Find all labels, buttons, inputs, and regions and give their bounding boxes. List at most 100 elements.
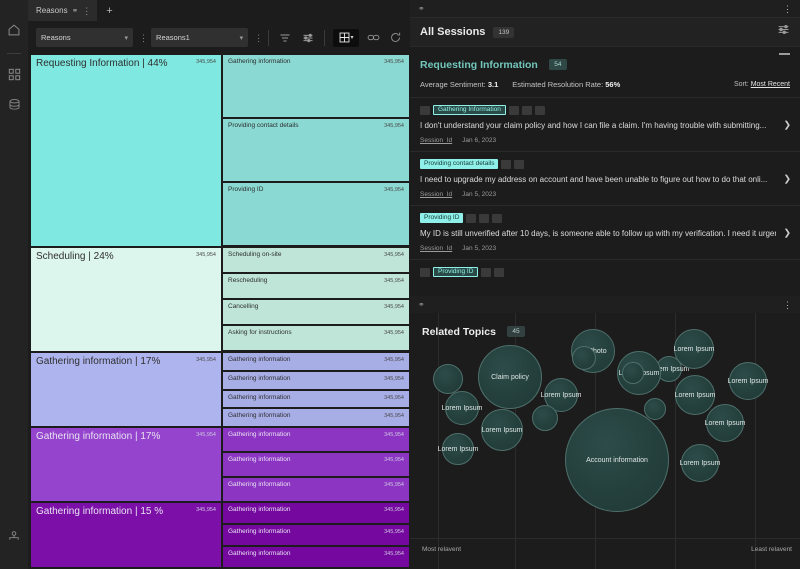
treemap-view-icon[interactable]: ▾ — [333, 28, 359, 47]
avg-sentiment-metric: Average Sentiment: 3.1 — [420, 80, 498, 89]
treemap-child-cell[interactable]: Gathering information 345,954 — [222, 502, 410, 524]
grid-icon[interactable] — [4, 64, 24, 84]
minimize-icon[interactable] — [779, 53, 790, 55]
session-group-count: 54 — [549, 59, 567, 70]
topic-bubble-label: Lorem Ipsum — [674, 391, 716, 399]
link-icon[interactable]: ⚭ — [418, 4, 425, 13]
session-tag[interactable]: Providing ID — [433, 267, 479, 277]
session-snippet: My ID is still unverified after 10 days,… — [420, 229, 776, 238]
dropdown-reasons-menu[interactable]: ⋮ — [139, 33, 148, 42]
treemap-child-cell[interactable]: Gathering information 345,954 — [222, 524, 410, 546]
treemap-child-cell[interactable]: Providing ID 345,954 — [222, 182, 410, 246]
dropdown-reasons1-menu[interactable]: ⋮ — [254, 33, 263, 42]
topic-bubble[interactable]: Lorem Ipsum — [481, 409, 523, 451]
session-list-item[interactable]: Providing ID — [410, 259, 800, 284]
home-icon[interactable] — [4, 20, 24, 40]
treemap-parent-cell[interactable]: Gathering information | 15 % 345,954 — [30, 502, 222, 568]
topic-bubble[interactable]: Lorem Ipsum — [728, 362, 768, 400]
treemap-child-cell[interactable]: Rescheduling 345,954 — [222, 273, 410, 299]
dropdown-reasons1[interactable]: Reasons1 ▾ — [151, 28, 249, 47]
link-icon[interactable]: ⚭ — [418, 300, 425, 309]
treemap-parent-label: Gathering information | 17% — [36, 431, 161, 442]
treemap-parent-cell[interactable]: Gathering information | 17% 345,954 — [30, 427, 222, 502]
kebab-icon[interactable]: ⋮ — [82, 6, 91, 15]
treemap-group: Scheduling | 24% 345,954 Scheduling on-sit… — [30, 247, 410, 352]
topic-bubble[interactable] — [433, 364, 463, 394]
main-column: Reasons ⚭ ⋮ + Reasons ▾ ⋮ Reasons1 ▾ ⋮ ▾… — [28, 0, 410, 569]
dropdown-reasons[interactable]: Reasons ▾ — [36, 28, 134, 47]
topic-bubble[interactable]: Lorem Ipsum — [438, 433, 478, 465]
kebab-icon[interactable]: ⋮ — [783, 300, 792, 309]
chevron-right-icon[interactable]: ❯ — [783, 227, 791, 238]
topic-bubble[interactable]: Lorem Ipsum — [680, 444, 720, 482]
treemap-child-cell[interactable]: Gathering information 345,954 — [222, 452, 410, 477]
refresh-icon[interactable] — [387, 29, 404, 46]
session-id-link[interactable]: Session_Id — [420, 245, 452, 252]
treemap-child-cell[interactable]: Gathering information 345,954 — [222, 370, 410, 390]
sort-value[interactable]: Most Recent — [751, 81, 790, 88]
treemap-child-cell[interactable]: Gathering information 345,954 — [222, 352, 410, 371]
treemap-child-cell[interactable]: Gathering information 345,954 — [222, 54, 410, 118]
treemap-child-cell[interactable]: Gathering information 345,954 — [222, 408, 410, 427]
treemap-child-cell[interactable]: Scheduling on-site 345,954 — [222, 247, 410, 273]
related-topics-panel: ⚭ ⋮ Related Topics 45 Claim policy Lorem … — [410, 296, 800, 569]
treemap-parent-cell[interactable]: Gathering information | 17% 345,954 — [30, 352, 222, 427]
treemap-child-cell[interactable]: Providing contact details 345,954 — [222, 118, 410, 182]
session-list-item[interactable]: Gathering Information I don't understand … — [410, 97, 800, 151]
topic-bubble[interactable] — [572, 346, 596, 370]
treemap-child-cell[interactable]: Cancelling 345,954 — [222, 299, 410, 325]
settings-sliders-icon[interactable] — [300, 29, 317, 46]
topic-bubble[interactable]: Account information — [565, 408, 669, 512]
topic-bubble[interactable] — [532, 405, 558, 431]
link-icon[interactable] — [365, 29, 382, 46]
settings-sliders-icon[interactable] — [777, 23, 790, 41]
topic-bubble[interactable]: Lorem Ipsum — [674, 329, 714, 369]
topic-bubble[interactable]: Lorem Ipsum — [442, 391, 482, 425]
treemap-child-value: 345,954 — [384, 394, 404, 401]
chevron-right-icon[interactable]: ❯ — [783, 119, 791, 130]
topic-bubble[interactable]: Lorem Ipsum — [675, 375, 715, 415]
tab-reasons[interactable]: Reasons ⚭ ⋮ — [28, 0, 99, 21]
bubble-chart[interactable]: Claim policy Lorem Ipsum Lorem Ipsum Lorem … — [410, 313, 800, 569]
session-list-item[interactable]: Providing ID My ID is still unverified af… — [410, 205, 800, 259]
treemap-child-label: Gathering information — [228, 393, 291, 401]
treemap-child-cell[interactable]: Asking for instructions 345,954 — [222, 325, 410, 351]
treemap-children: Gathering information 345,954 Gathering in… — [222, 502, 410, 568]
avg-sentiment-value: 3.1 — [487, 80, 499, 89]
session-id-link[interactable]: Session_Id — [420, 191, 452, 198]
add-tab-button[interactable]: + — [98, 0, 120, 21]
database-icon[interactable] — [4, 94, 24, 114]
topic-bubble[interactable]: Claim policy — [478, 345, 542, 409]
tab-bar: Reasons ⚭ ⋮ + — [28, 0, 410, 21]
sort-control[interactable]: Sort: Most Recent — [734, 81, 790, 88]
session-id-link[interactable]: Session_Id — [420, 137, 452, 144]
session-tags: Gathering Information — [420, 105, 776, 115]
treemap-child-cell[interactable]: Gathering information 345,954 — [222, 546, 410, 568]
users-icon[interactable] — [4, 527, 24, 547]
session-tag-placeholder — [466, 213, 477, 223]
session-tag[interactable]: Gathering Information — [433, 105, 506, 115]
session-tag[interactable]: Providing ID — [420, 213, 464, 223]
treemap-group: Gathering information | 15 % 345,954 Gathe… — [30, 502, 410, 568]
link-icon[interactable]: ⚭ — [72, 6, 79, 15]
treemap-child-label: Gathering information — [228, 528, 291, 535]
treemap-parent-cell[interactable]: Scheduling | 24% 345,954 — [30, 247, 222, 352]
topic-bubble[interactable]: Lorem Ipsum — [704, 404, 746, 442]
treemap-child-cell[interactable]: Gathering information 345,954 — [222, 427, 410, 452]
topic-bubble-label: Lorem Ipsum — [704, 419, 746, 427]
topic-bubble[interactable] — [644, 398, 666, 420]
session-list-item[interactable]: Providing contact details I need to upgra… — [410, 151, 800, 205]
treemap-child-value: 345,954 — [384, 357, 404, 363]
treemap-parent-value: 345,954 — [196, 507, 216, 513]
treemap-child-cell[interactable]: Gathering information 345,954 — [222, 389, 410, 409]
session-tag[interactable]: Providing contact details — [420, 159, 499, 169]
tab-label: Reasons — [36, 6, 68, 15]
treemap-child-cell[interactable]: Gathering information 345,954 — [222, 477, 410, 502]
treemap-parent-cell[interactable]: Requesting Information | 44% 345,954 — [30, 54, 222, 247]
chevron-right-icon[interactable]: ❯ — [783, 173, 791, 184]
treemap-child-value: 345,954 — [384, 482, 404, 488]
filter-icon[interactable] — [277, 29, 294, 46]
topic-bubble[interactable] — [622, 362, 644, 384]
kebab-icon[interactable]: ⋮ — [783, 4, 792, 13]
topic-bubble-label: Lorem Ipsum — [437, 445, 479, 453]
